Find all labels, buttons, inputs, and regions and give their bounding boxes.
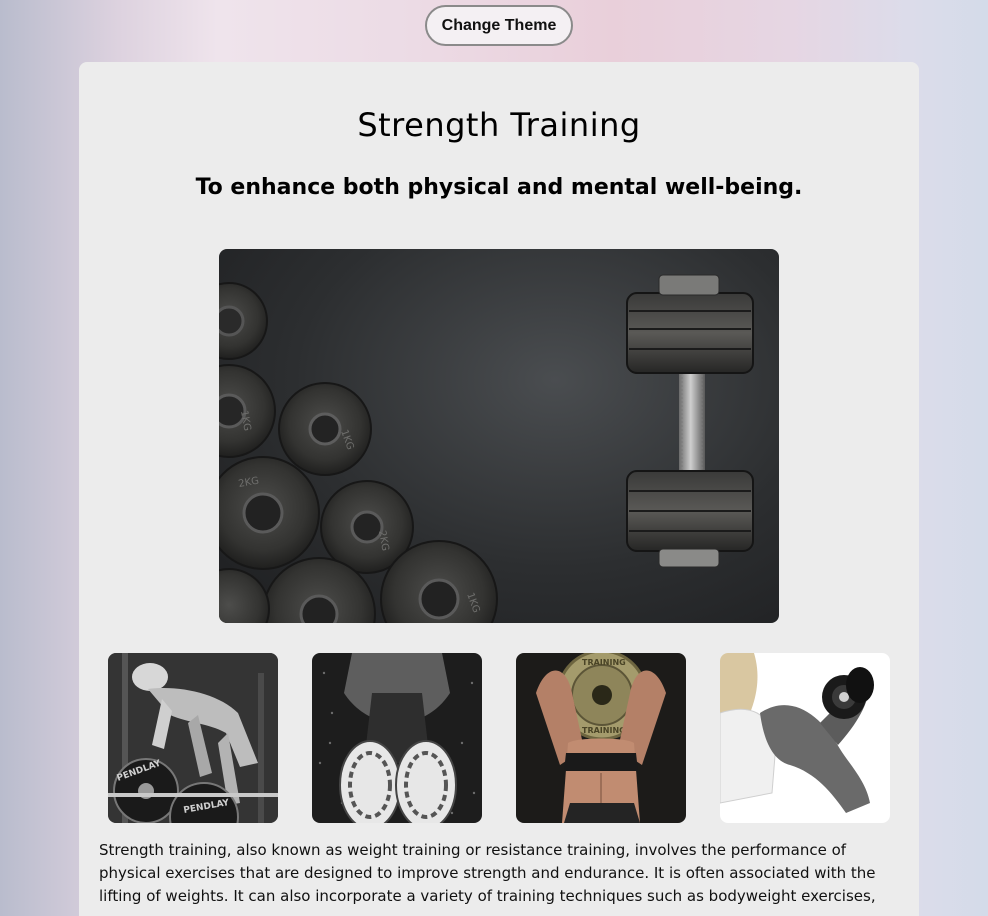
page-subtitle: To enhance both physical and mental well… xyxy=(195,175,803,200)
content-card: Strength Training To enhance both physic… xyxy=(79,62,919,916)
svg-text:TRAINING: TRAINING xyxy=(582,726,626,735)
thumbnail-gallery: PENDLAY PENDLAY TRAINING TRAINING xyxy=(108,653,890,823)
dumbbell-icon xyxy=(626,274,754,568)
dumbbell-illustration: 1KG 1KG 2KG 2KG 1KG xyxy=(219,274,754,623)
thumbnail-weight-plate-back: TRAINING TRAINING xyxy=(516,653,686,823)
hero-dumbbell-image: 1KG 1KG 2KG 2KG 1KG xyxy=(219,249,779,623)
page-title: Strength Training xyxy=(357,106,641,144)
description-paragraph: Strength training, also known as weight … xyxy=(99,841,876,905)
svg-text:TRAINING: TRAINING xyxy=(582,658,626,667)
weight-plates-icon xyxy=(219,282,498,623)
thumbnail-training-shoes xyxy=(312,653,482,823)
change-theme-button[interactable]: Change Theme xyxy=(425,5,573,46)
thumbnail-barbell-deadlift: PENDLAY PENDLAY xyxy=(108,653,278,823)
thumbnail-arm-curl xyxy=(720,653,890,823)
